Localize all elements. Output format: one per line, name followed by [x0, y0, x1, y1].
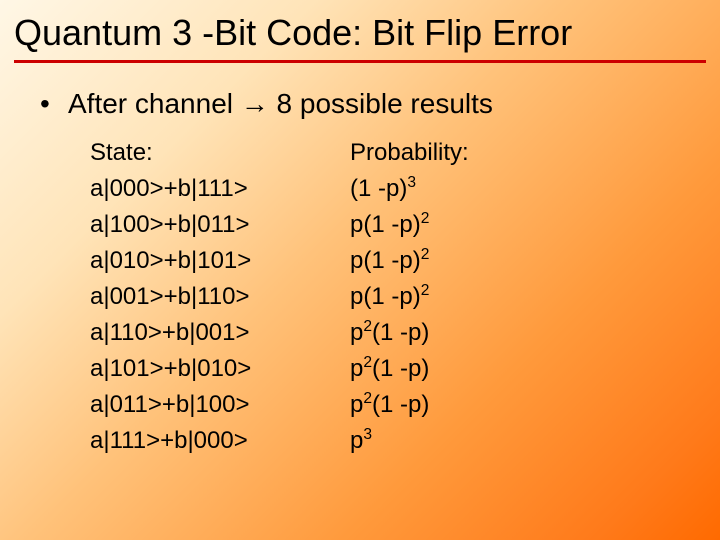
results-columns: State: a|000>+b|111> a|100>+b|011> a|010…: [90, 135, 680, 459]
state-row: a|000>+b|111>: [90, 171, 350, 207]
probability-row: p2(1 -p): [350, 387, 550, 423]
state-row: a|100>+b|011>: [90, 207, 350, 243]
state-row: a|010>+b|101>: [90, 243, 350, 279]
probability-row: (1 -p)3: [350, 171, 550, 207]
probability-row: p2(1 -p): [350, 351, 550, 387]
bullet-item: • After channel → 8 possible results: [40, 87, 680, 121]
bullet-text: After channel → 8 possible results: [68, 87, 493, 121]
slide-body: • After channel → 8 possible results Sta…: [0, 63, 720, 459]
bullet-suffix: 8 possible results: [269, 88, 493, 119]
bullet-marker: •: [40, 87, 68, 121]
state-row: a|101>+b|010>: [90, 351, 350, 387]
slide-title: Quantum 3 -Bit Code: Bit Flip Error: [0, 0, 720, 60]
probability-row: p(1 -p)2: [350, 207, 550, 243]
state-column: State: a|000>+b|111> a|100>+b|011> a|010…: [90, 135, 350, 459]
bullet-prefix: After channel: [68, 88, 241, 119]
state-row: a|111>+b|000>: [90, 423, 350, 459]
state-row: a|011>+b|100>: [90, 387, 350, 423]
probability-row: p(1 -p)2: [350, 243, 550, 279]
state-row: a|110>+b|001>: [90, 315, 350, 351]
slide: Quantum 3 -Bit Code: Bit Flip Error • Af…: [0, 0, 720, 540]
state-row: a|001>+b|110>: [90, 279, 350, 315]
probability-header: Probability:: [350, 135, 550, 171]
probability-row: p(1 -p)2: [350, 279, 550, 315]
probability-column: Probability: (1 -p)3 p(1 -p)2 p(1 -p)2 p…: [350, 135, 550, 459]
state-header: State:: [90, 135, 350, 171]
arrow-icon: →: [241, 88, 269, 119]
probability-row: p2(1 -p): [350, 315, 550, 351]
probability-row: p3: [350, 423, 550, 459]
